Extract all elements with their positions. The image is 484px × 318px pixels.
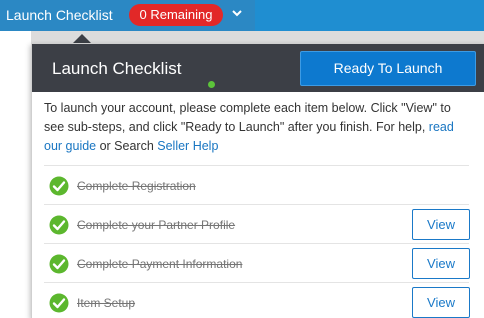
checklist-item-label: Complete Payment Information <box>77 257 243 271</box>
intro-text-part: To launch your account, please complete … <box>44 101 451 134</box>
checklist-item-registration: Complete Registration <box>44 166 472 205</box>
checklist-item-payment-information: Complete Payment Information View <box>44 244 472 283</box>
panel-title: Launch Checklist <box>52 59 182 78</box>
launch-checklist-toggle[interactable]: Launch Checklist 0 Remaining <box>0 0 255 31</box>
intro-text-part: or Search <box>96 139 158 153</box>
panel-header: Launch Checklist Ready To Launch <box>32 44 484 92</box>
check-circle-icon <box>49 176 69 196</box>
seller-help-link[interactable]: Seller Help <box>157 139 218 153</box>
remaining-badge: 0 Remaining <box>129 4 223 26</box>
top-bar: Launch Checklist 0 Remaining <box>0 0 484 31</box>
view-button[interactable]: View <box>412 287 470 318</box>
check-circle-icon <box>49 215 69 235</box>
checklist-item-partner-profile: Complete your Partner Profile View <box>44 205 472 244</box>
top-bar-title[interactable]: Launch Checklist <box>6 6 113 24</box>
checklist-item-label: Complete your Partner Profile <box>77 218 236 232</box>
view-button[interactable]: View <box>412 209 470 240</box>
check-circle-icon <box>49 254 69 274</box>
checklist-item-item-setup: Item Setup View <box>44 283 472 318</box>
view-button[interactable]: View <box>412 248 470 279</box>
intro-text: To launch your account, please complete … <box>44 99 472 156</box>
page-background <box>0 31 31 318</box>
check-circle-icon <box>49 293 69 313</box>
launch-checklist-panel: Launch Checklist Ready To Launch To laun… <box>31 43 484 318</box>
chevron-down-icon[interactable] <box>230 6 244 20</box>
ready-to-launch-button[interactable]: Ready To Launch <box>300 51 476 86</box>
status-dot <box>208 81 215 88</box>
checklist-item-label: Item Setup <box>77 296 136 310</box>
checklist-item-label: Complete Registration <box>77 179 196 193</box>
